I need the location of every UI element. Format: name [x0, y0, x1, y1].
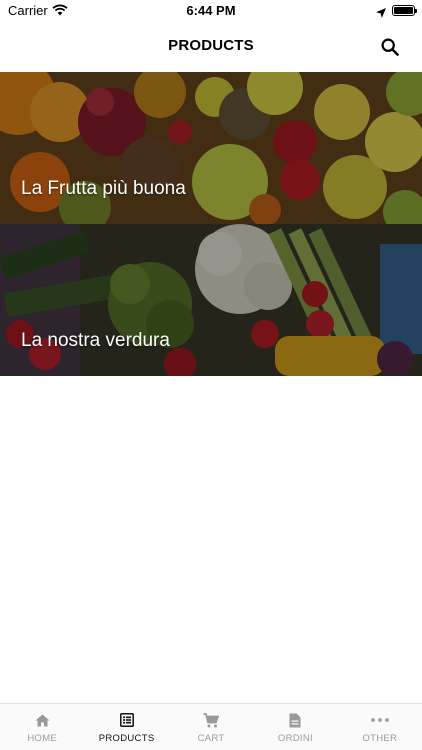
- tab-other-label: OTHER: [362, 733, 398, 744]
- list-icon: [119, 712, 134, 728]
- tab-products[interactable]: PRODUCTS: [84, 704, 168, 750]
- category-label: La Frutta più buona: [21, 178, 186, 199]
- category-list: La Frutta più buona La nostra verdura: [0, 72, 422, 376]
- page-title: PRODUCTS: [168, 37, 254, 54]
- search-button[interactable]: [376, 33, 404, 61]
- navigation-bar: PRODUCTS: [0, 22, 422, 70]
- more-icon: [370, 712, 389, 728]
- status-bar: Carrier 6:44 PM: [0, 0, 422, 22]
- search-icon: [381, 38, 399, 56]
- tab-cart-label: CART: [197, 733, 225, 744]
- tab-other[interactable]: OTHER: [338, 704, 422, 750]
- cart-icon: [203, 712, 220, 728]
- clock: 6:44 PM: [186, 3, 236, 18]
- category-fruit[interactable]: La Frutta più buona: [0, 72, 422, 224]
- battery-icon: [392, 5, 417, 16]
- tab-ordini[interactable]: ORDINI: [253, 704, 337, 750]
- tab-bar: HOME PRODUCTS CART ORDINI OTHER: [0, 703, 422, 750]
- home-icon: [35, 712, 50, 728]
- image-overlay: [0, 224, 422, 376]
- tab-products-label: PRODUCTS: [98, 733, 155, 744]
- tab-ordini-label: ORDINI: [277, 733, 313, 744]
- tab-cart[interactable]: CART: [169, 704, 253, 750]
- document-icon: [289, 712, 301, 728]
- tab-home-label: HOME: [27, 733, 58, 744]
- image-overlay: [0, 72, 422, 224]
- tab-home[interactable]: HOME: [0, 704, 84, 750]
- location-arrow-icon: [376, 5, 386, 23]
- category-vegetables[interactable]: La nostra verdura: [0, 224, 422, 376]
- category-label: La nostra verdura: [21, 330, 170, 351]
